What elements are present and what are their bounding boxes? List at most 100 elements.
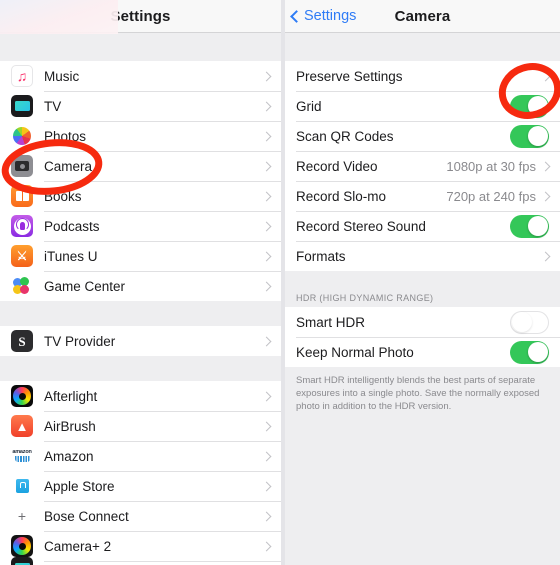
sidebar-item-camera-plus-2[interactable]: Camera+ 2 [0, 531, 281, 561]
sidebar-item-label: TV [44, 98, 62, 114]
chevron-right-icon [261, 251, 272, 261]
split-view-screen: Settings ♫ Music TV Photos Camera Books … [0, 0, 560, 565]
chevron-right-icon [261, 511, 272, 521]
sidebar-item-books[interactable]: Books [0, 181, 281, 211]
scan-qr-codes-toggle[interactable] [510, 124, 549, 148]
sidebar-item-amazon[interactable]: amazon Amazon [0, 441, 281, 471]
grid-toggle[interactable] [510, 94, 549, 118]
sidebar-item-label: Afterlight [44, 388, 98, 404]
section-gap-top [0, 33, 281, 61]
row-keep-normal-photo[interactable]: Keep Normal Photo [285, 337, 560, 367]
sidebar-item-label: Music [44, 68, 80, 84]
keep-normal-photo-toggle[interactable] [510, 340, 549, 364]
chevron-right-icon [261, 161, 272, 171]
back-button-label: Settings [304, 8, 357, 24]
sidebar-item-music[interactable]: ♫ Music [0, 61, 281, 91]
row-label: Grid [296, 98, 322, 114]
row-label: Keep Normal Photo [296, 344, 414, 360]
hdr-section-header: HDR (HIGH DYNAMIC RANGE) [285, 284, 560, 307]
amazon-icon: amazon [11, 445, 33, 467]
sidebar-item-afterlight[interactable]: Afterlight [0, 381, 281, 411]
sidebar-item-label: Apple Store [44, 478, 115, 494]
screen-tint-overlay [0, 0, 118, 34]
sidebar-item-label: Photos [44, 128, 87, 144]
row-value: 1080p at 30 fps [446, 158, 536, 174]
chevron-right-icon [261, 131, 272, 141]
sidebar-item-label: Books [44, 188, 82, 204]
row-label: Record Video [296, 158, 378, 174]
tv-provider-icon: S [11, 330, 33, 352]
sidebar-item-airbrush[interactable]: ▲ AirBrush [0, 411, 281, 441]
sidebar-item-game-center[interactable]: Game Center [0, 271, 281, 301]
section-gap-hdr [285, 271, 560, 284]
airbrush-icon: ▲ [11, 415, 33, 437]
settings-group-tv-provider: S TV Provider [0, 326, 281, 356]
hdr-section-footer: Smart HDR intelligently blends the best … [285, 367, 560, 423]
page-title: Settings [110, 7, 171, 25]
chevron-right-icon [261, 191, 272, 201]
sidebar-item-label: Camera+ 2 [44, 538, 112, 554]
chevron-right-icon [540, 161, 551, 171]
sidebar-item-camera[interactable]: Camera [0, 151, 281, 181]
row-record-slo-mo[interactable]: Record Slo-mo 720p at 240 fps [285, 181, 560, 211]
podcasts-icon [11, 215, 33, 237]
settings-navbar: Settings [0, 0, 281, 34]
record-stereo-sound-toggle[interactable] [510, 214, 549, 238]
row-preserve-settings[interactable]: Preserve Settings [285, 61, 560, 91]
row-value: 720p at 240 fps [446, 188, 536, 204]
camera-detail-panel: Settings Camera Preserve Settings Grid S… [285, 0, 560, 565]
hdr-settings-group: Smart HDR Keep Normal Photo [285, 307, 560, 367]
photos-icon [11, 125, 33, 147]
section-gap-1 [0, 301, 281, 326]
row-record-stereo-sound[interactable]: Record Stereo Sound [285, 211, 560, 241]
row-scan-qr-codes[interactable]: Scan QR Codes [285, 121, 560, 151]
chevron-right-icon [261, 481, 272, 491]
chevron-right-icon [261, 541, 272, 551]
chevron-right-icon [540, 71, 551, 81]
sidebar-item-podcasts[interactable]: Podcasts [0, 211, 281, 241]
sidebar-item-itunes-u[interactable]: ⚔ iTunes U [0, 241, 281, 271]
sidebar-item-label: Amazon [44, 448, 94, 464]
row-label: Preserve Settings [296, 68, 403, 84]
camera-icon [11, 155, 33, 177]
page-title: Camera [394, 7, 451, 25]
sidebar-item-label: TV Provider [44, 333, 116, 349]
row-label: Scan QR Codes [296, 128, 394, 144]
sidebar-item-bose-connect[interactable]: + Bose Connect [0, 501, 281, 531]
chevron-right-icon [261, 101, 272, 111]
sidebar-item-label: iTunes U [44, 248, 98, 264]
apple-store-icon [11, 475, 33, 497]
section-gap-bottom [285, 423, 560, 565]
tv-icon [11, 95, 33, 117]
itunes-u-icon: ⚔ [11, 245, 33, 267]
chevron-right-icon [540, 251, 551, 261]
row-record-video[interactable]: Record Video 1080p at 30 fps [285, 151, 560, 181]
chevron-right-icon [261, 221, 272, 231]
section-gap-2 [0, 356, 281, 381]
smart-hdr-toggle[interactable] [510, 310, 549, 334]
sidebar-item-apple-store[interactable]: Apple Store [0, 471, 281, 501]
app-icon [11, 557, 33, 565]
back-button[interactable]: Settings [290, 8, 357, 24]
chevron-right-icon [261, 71, 272, 81]
row-grid[interactable]: Grid [285, 91, 560, 121]
row-smart-hdr[interactable]: Smart HDR [285, 307, 560, 337]
sidebar-item-label: Bose Connect [44, 508, 129, 524]
sidebar-item-tv[interactable]: TV [0, 91, 281, 121]
row-formats[interactable]: Formats [285, 241, 560, 271]
sidebar-item-label: Game Center [44, 278, 126, 294]
sidebar-item-photos[interactable]: Photos [0, 121, 281, 151]
sidebar-item-partial[interactable] [0, 557, 281, 565]
chevron-right-icon [261, 336, 272, 346]
row-label: Record Slo-mo [296, 188, 387, 204]
bose-connect-icon: + [17, 508, 27, 524]
section-gap-top [285, 33, 560, 61]
camera-navbar: Settings Camera [285, 0, 560, 33]
row-label: Smart HDR [296, 314, 366, 330]
chevron-right-icon [261, 421, 272, 431]
books-icon [11, 185, 33, 207]
chevron-right-icon [261, 451, 272, 461]
sidebar-item-tv-provider[interactable]: S TV Provider [0, 326, 281, 356]
afterlight-icon [11, 385, 33, 407]
chevron-right-icon [261, 281, 272, 291]
